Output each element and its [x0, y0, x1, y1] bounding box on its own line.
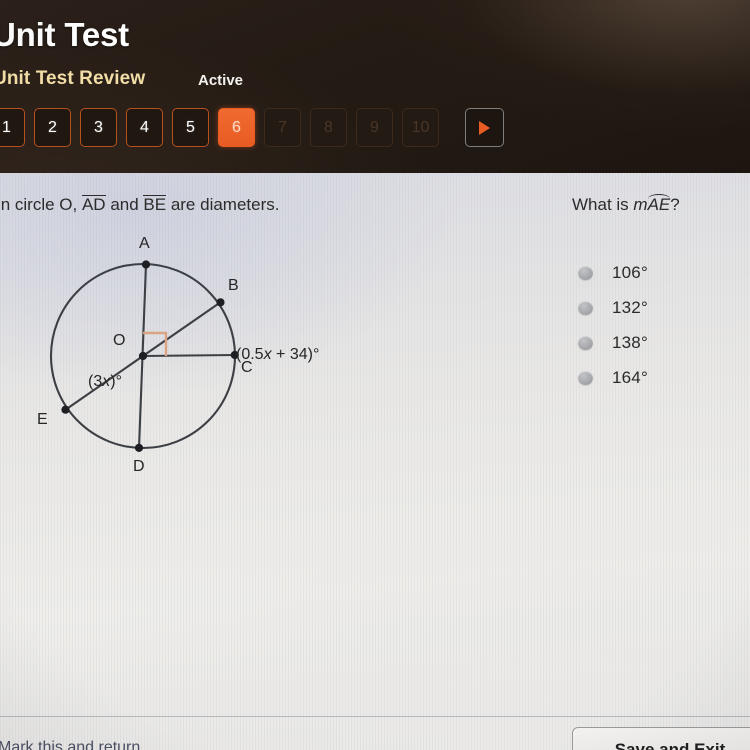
prompt-text-1: In circle O,	[0, 195, 82, 214]
question-pager: 1 2 3 4 5 6 7 8 9 10	[0, 108, 504, 147]
question-body: In circle O, AD and BE are diameters. Wh…	[0, 173, 750, 750]
prompt-text-3: are diameters.	[166, 195, 280, 214]
next-question-button[interactable]	[465, 108, 504, 147]
app-header: Unit Test Unit Test Review Active 1 2 3 …	[0, 0, 750, 173]
question-text: What is mAE?	[572, 194, 680, 215]
segment-be-label: BE	[143, 195, 167, 214]
pager-item-5[interactable]: 5	[172, 108, 209, 147]
angle-ed-suffix: )°	[110, 373, 122, 390]
prompt-text-2: and	[105, 195, 144, 214]
radio-button-icon[interactable]	[578, 370, 593, 385]
pager-item-10[interactable]: 10	[402, 108, 439, 147]
pager-item-3[interactable]: 3	[80, 108, 117, 147]
status-badge: Active	[198, 72, 244, 89]
choice-label-4: 164°	[612, 367, 648, 387]
choice-label-2: 132°	[612, 297, 648, 317]
angle-label-ed: (3x)°	[88, 373, 122, 390]
point-b	[216, 298, 225, 307]
choice-label-3: 138°	[612, 332, 648, 352]
angle-bc-prefix: (0.5	[236, 346, 264, 363]
question-prompt: In circle O, AD and BE are diameters.	[0, 195, 279, 215]
question-lead: What is	[572, 195, 634, 214]
choice-option-4[interactable]: 164°	[578, 360, 648, 395]
label-b: B	[228, 277, 239, 294]
pager-item-1[interactable]: 1	[0, 108, 25, 147]
pager-item-6[interactable]: 6	[218, 108, 255, 147]
pager-item-8[interactable]: 8	[310, 108, 347, 147]
footer-divider	[0, 716, 750, 717]
label-center-o: O	[113, 332, 125, 349]
test-name: Unit Test Review	[0, 68, 146, 89]
test-screen: Unit Test Unit Test Review Active 1 2 3 …	[0, 0, 750, 750]
label-a: A	[139, 235, 150, 252]
mark-and-return-link[interactable]: Mark this and return	[0, 739, 140, 750]
choice-option-2[interactable]: 132°	[578, 290, 648, 325]
page-title: Unit Test	[0, 16, 129, 53]
circle-diagram: A B C D E O (0.5x + 34)° (3x)°	[0, 218, 370, 493]
circle-diagram-svg: A B C D E O (0.5x + 34)° (3x)°	[37, 235, 319, 475]
question-trailing: ?	[670, 195, 680, 214]
radius-oc	[142, 353, 235, 358]
arc-ae-label: AE	[647, 194, 671, 214]
choice-label-1: 106°	[612, 262, 648, 282]
point-a	[141, 260, 151, 269]
radio-button-icon[interactable]	[578, 335, 593, 350]
point-e	[61, 405, 70, 414]
segment-ad-label: AD	[81, 195, 106, 214]
pager-item-4[interactable]: 4	[126, 108, 163, 147]
answer-choices: 106° 132° 138° 164°	[578, 255, 648, 395]
save-and-exit-button[interactable]: Save and Exit	[572, 727, 750, 750]
choice-option-1[interactable]: 106°	[578, 255, 648, 290]
measure-operator: m	[633, 195, 648, 214]
label-e: E	[37, 411, 48, 428]
pager-item-2[interactable]: 2	[34, 108, 71, 147]
radio-button-icon[interactable]	[578, 265, 593, 280]
radio-button-icon[interactable]	[578, 300, 593, 315]
point-d	[134, 443, 144, 452]
play-triangle-icon	[479, 120, 490, 135]
pager-item-7[interactable]: 7	[264, 108, 301, 147]
angle-label-bc: (0.5x + 34)°	[236, 346, 319, 363]
center-point-o	[138, 351, 148, 361]
angle-bc-suffix: + 34)°	[272, 346, 320, 363]
choice-option-3[interactable]: 138°	[578, 325, 648, 360]
label-d: D	[133, 458, 145, 475]
angle-ed-prefix: (3	[88, 373, 102, 390]
pager-item-9[interactable]: 9	[356, 108, 393, 147]
